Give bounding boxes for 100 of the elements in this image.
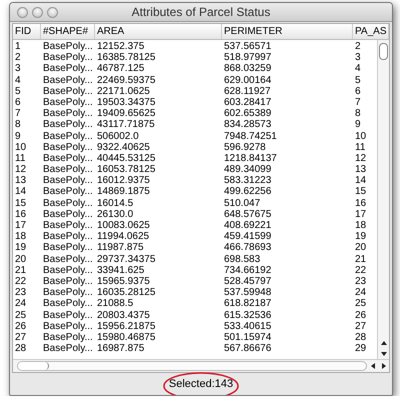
table-cell-text: BasePoly... xyxy=(42,86,94,97)
table-cell-text: 603.28417 xyxy=(223,96,272,108)
table-cell-text: 13 xyxy=(354,164,368,176)
table-cell-text: 17 xyxy=(354,208,368,220)
table-cell-text: 22171.0625 xyxy=(96,86,151,97)
table-cell-text: 583.31223 xyxy=(223,175,272,186)
table-cell-text: 8 xyxy=(14,119,22,131)
table-cell-text: 26130.0 xyxy=(96,208,134,220)
table-cell-text: 14869.1875 xyxy=(96,186,151,198)
table-cell-text: 7948.74251 xyxy=(223,130,278,142)
table-cell-text: 22 xyxy=(14,276,28,288)
table-cell-text: 26 xyxy=(354,310,368,321)
column-header[interactable]: FID xyxy=(13,24,41,39)
table-cell-text: 499.62256 xyxy=(223,186,272,198)
table-cell-text: 40445.53125 xyxy=(96,152,156,164)
table-cell-text: 567.86676 xyxy=(223,343,272,354)
table-cell-text: 18 xyxy=(14,231,28,242)
table-cell-text: 9 xyxy=(14,130,22,142)
selection-count: Selected:143 xyxy=(168,378,234,390)
table-cell-text: 7 xyxy=(354,96,362,108)
table-cell-text: 629.00164 xyxy=(223,74,272,86)
close-button[interactable] xyxy=(17,6,28,18)
table-cell-text: 19409.65625 xyxy=(96,108,156,120)
table-cell-text: 2 xyxy=(14,52,22,64)
table-cell-text: 27 xyxy=(354,320,368,332)
table-cell-text: 537.59948 xyxy=(223,287,272,298)
table-cell-text: 834.28573 xyxy=(223,119,272,131)
table-cell-text: 16035.28125 xyxy=(96,287,156,298)
table-cell-text: BasePoly... xyxy=(42,254,94,265)
table-cell-text: 25 xyxy=(354,298,368,310)
window-title: Attributes of Parcel Status xyxy=(130,5,272,19)
table-cell-text: BasePoly... xyxy=(42,152,94,164)
table-cell-text: 18 xyxy=(354,220,368,232)
table-cell-text: 20 xyxy=(354,242,368,254)
table-cell-text: 26 xyxy=(14,320,28,332)
table-cell-text: 15 xyxy=(14,198,28,209)
table-cell-text: 16053.78125 xyxy=(96,164,156,176)
table-cell-text: 489.34099 xyxy=(223,164,272,176)
table-cell-text: BasePoly... xyxy=(42,276,94,288)
table-cell-text: BasePoly... xyxy=(42,130,94,142)
table-cell-text: 13 xyxy=(14,175,28,186)
table-cell-text: 648.57675 xyxy=(223,208,272,220)
table-cell-text: 12152.375 xyxy=(96,41,146,52)
table-cell-text: 8 xyxy=(354,108,362,120)
column-header[interactable]: #SHAPE# xyxy=(41,24,95,39)
table-cell-text: 12 xyxy=(14,164,28,176)
table-cell-text: 14 xyxy=(354,175,368,186)
column-header[interactable]: PA_AS xyxy=(353,24,389,39)
table-cell-text: 46787.125 xyxy=(96,63,146,75)
table-cell-text: BasePoly... xyxy=(42,142,94,153)
horizontal-scrollbar[interactable] xyxy=(13,359,389,372)
table-cell-text: BasePoly... xyxy=(42,186,94,198)
scroll-down-icon[interactable] xyxy=(380,350,386,356)
table-cell-text: 506002.0 xyxy=(96,130,140,142)
table-cell-text: 501.15974 xyxy=(223,332,272,344)
table-cell-text: 628.11927 xyxy=(223,86,272,97)
table-cell-text: 5 xyxy=(354,74,362,86)
table-cell-text: BasePoly... xyxy=(42,119,94,131)
table-cell-text: 9322.40625 xyxy=(96,142,151,153)
table-cell-text: 29 xyxy=(354,343,368,354)
table-cell-text: 466.78693 xyxy=(223,242,272,254)
table-cell-text: 10083.0625 xyxy=(96,220,151,232)
table-cell-text: BasePoly... xyxy=(42,175,94,186)
scroll-up-icon[interactable] xyxy=(380,340,386,346)
table-cell-text: 11987.875 xyxy=(96,242,145,254)
zoom-button[interactable] xyxy=(47,6,58,18)
table-cell-text: 27 xyxy=(14,332,28,344)
table-cell-text: 6 xyxy=(14,96,22,108)
column-header[interactable]: AREA xyxy=(95,24,222,39)
table-cell-text: 1 xyxy=(14,41,22,52)
table-cell-text: 698.583 xyxy=(223,254,262,265)
table-cell-text: 43117.71875 xyxy=(96,119,156,131)
table-cell-text: 19503.34375 xyxy=(96,96,156,108)
minimize-button[interactable] xyxy=(32,6,43,18)
table-cell-text: 1218.84137 xyxy=(223,152,278,164)
table-cell-text: 615.32536 xyxy=(223,310,272,321)
table-cell-text: 23 xyxy=(14,287,28,298)
scroll-thumb[interactable] xyxy=(18,362,49,370)
table-cell-text: 15980.46875 xyxy=(96,332,156,344)
vertical-scrollbar[interactable] xyxy=(377,40,389,359)
table-cell-text: 11994.0625 xyxy=(96,231,150,242)
table-cell-text: 29737.34375 xyxy=(96,254,156,265)
table-cell-text: 15965.9375 xyxy=(96,276,151,288)
table-cell-text: 16012.9375 xyxy=(96,175,151,186)
table-cell-text: 16385.78125 xyxy=(96,52,156,64)
table-cell-text: 10 xyxy=(354,130,368,142)
table-cell-text: 11 xyxy=(14,152,26,164)
scroll-right-icon[interactable] xyxy=(380,363,386,369)
scroll-left-icon[interactable] xyxy=(370,363,376,369)
scroll-thumb[interactable] xyxy=(379,43,388,60)
table-cell-text: 16014.5 xyxy=(96,198,134,209)
table-cell-text: 15 xyxy=(354,186,368,198)
table-cell-text: 868.03259 xyxy=(223,63,272,75)
column-header[interactable]: PERIMETER xyxy=(222,24,353,39)
table-cell-text: 24 xyxy=(14,298,28,310)
table-cell-text: 6 xyxy=(354,86,362,97)
table-cell-text: 23 xyxy=(354,276,368,288)
table-cell-text: 24 xyxy=(354,287,368,298)
table-cell-text: 21088.5 xyxy=(96,298,134,310)
table-cell-text: BasePoly... xyxy=(42,41,94,52)
